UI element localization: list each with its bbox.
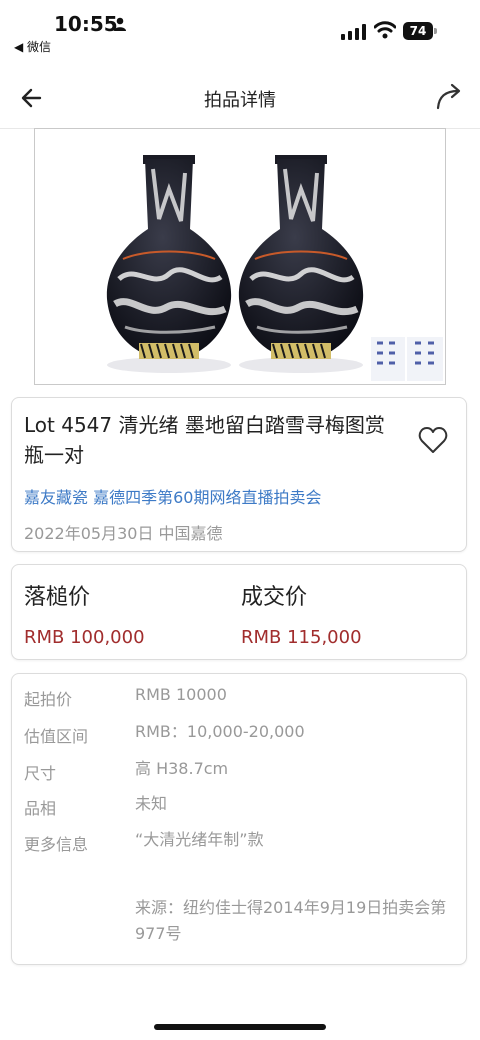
price-card: 落槌价 RMB 100,000 成交价 RMB 115,000 — [11, 564, 467, 660]
hammer-price-label: 落槌价 — [24, 585, 91, 610]
deal-price-value: RMB 115,000 — [241, 627, 362, 648]
details-card: 起拍价 RMB 10000 估值区间 RMB：10,000-20,000 尺寸 … — [11, 673, 467, 965]
auction-date: 2022年05月30日 中国嘉德 — [24, 524, 223, 543]
status-bar: 10:55 ◀ 微信 74 — [0, 0, 480, 60]
vase-pair-image — [106, 155, 443, 381]
page-title: 拍品详情 — [204, 90, 276, 111]
status-time: 10:55 — [54, 12, 118, 36]
start-price-value: RMB 10000 — [135, 685, 227, 704]
condition-label: 品相 — [24, 799, 57, 818]
auction-link[interactable]: 嘉友藏瓷 嘉德四季第60期网络直播拍卖会 — [24, 484, 321, 508]
reign-mark-inset — [371, 337, 443, 381]
start-price-label: 起拍价 — [24, 690, 73, 709]
wifi-icon — [374, 21, 396, 39]
more-info-value: “大清光绪年制”款 — [135, 830, 264, 849]
lot-image[interactable] — [34, 128, 446, 385]
share-icon[interactable] — [434, 82, 466, 112]
battery-level: 74 — [403, 22, 433, 40]
estimate-value: RMB：10,000-20,000 — [135, 722, 305, 741]
favorite-heart-icon[interactable] — [418, 426, 448, 454]
deal-price-label: 成交价 — [241, 585, 308, 610]
estimate-label: 估值区间 — [24, 727, 89, 746]
left-vase — [106, 155, 232, 373]
hammer-price-value: RMB 100,000 — [24, 627, 145, 648]
cellular-signal-icon — [341, 24, 366, 40]
more-info-label: 更多信息 — [24, 835, 89, 854]
size-value: 高 H38.7cm — [135, 759, 229, 778]
battery-icon: 74 — [403, 22, 437, 40]
nav-bar: 拍品详情 — [0, 68, 480, 129]
home-indicator[interactable] — [154, 1024, 326, 1030]
provenance-text: 来源：纽约佳士得2014年9月19日拍卖会第977号 — [135, 898, 447, 943]
condition-value: 未知 — [135, 794, 168, 813]
person-icon — [114, 17, 126, 31]
lot-info-card: Lot 4547 清光绪 墨地留白踏雪寻梅图赏瓶一对 嘉友藏瓷 嘉德四季第60期… — [11, 397, 467, 552]
right-vase — [238, 155, 364, 373]
back-to-wechat-link[interactable]: ◀ 微信 — [14, 38, 51, 55]
lot-title: Lot 4547 清光绪 墨地留白踏雪寻梅图赏瓶一对 — [24, 413, 385, 467]
size-label: 尺寸 — [24, 764, 57, 783]
